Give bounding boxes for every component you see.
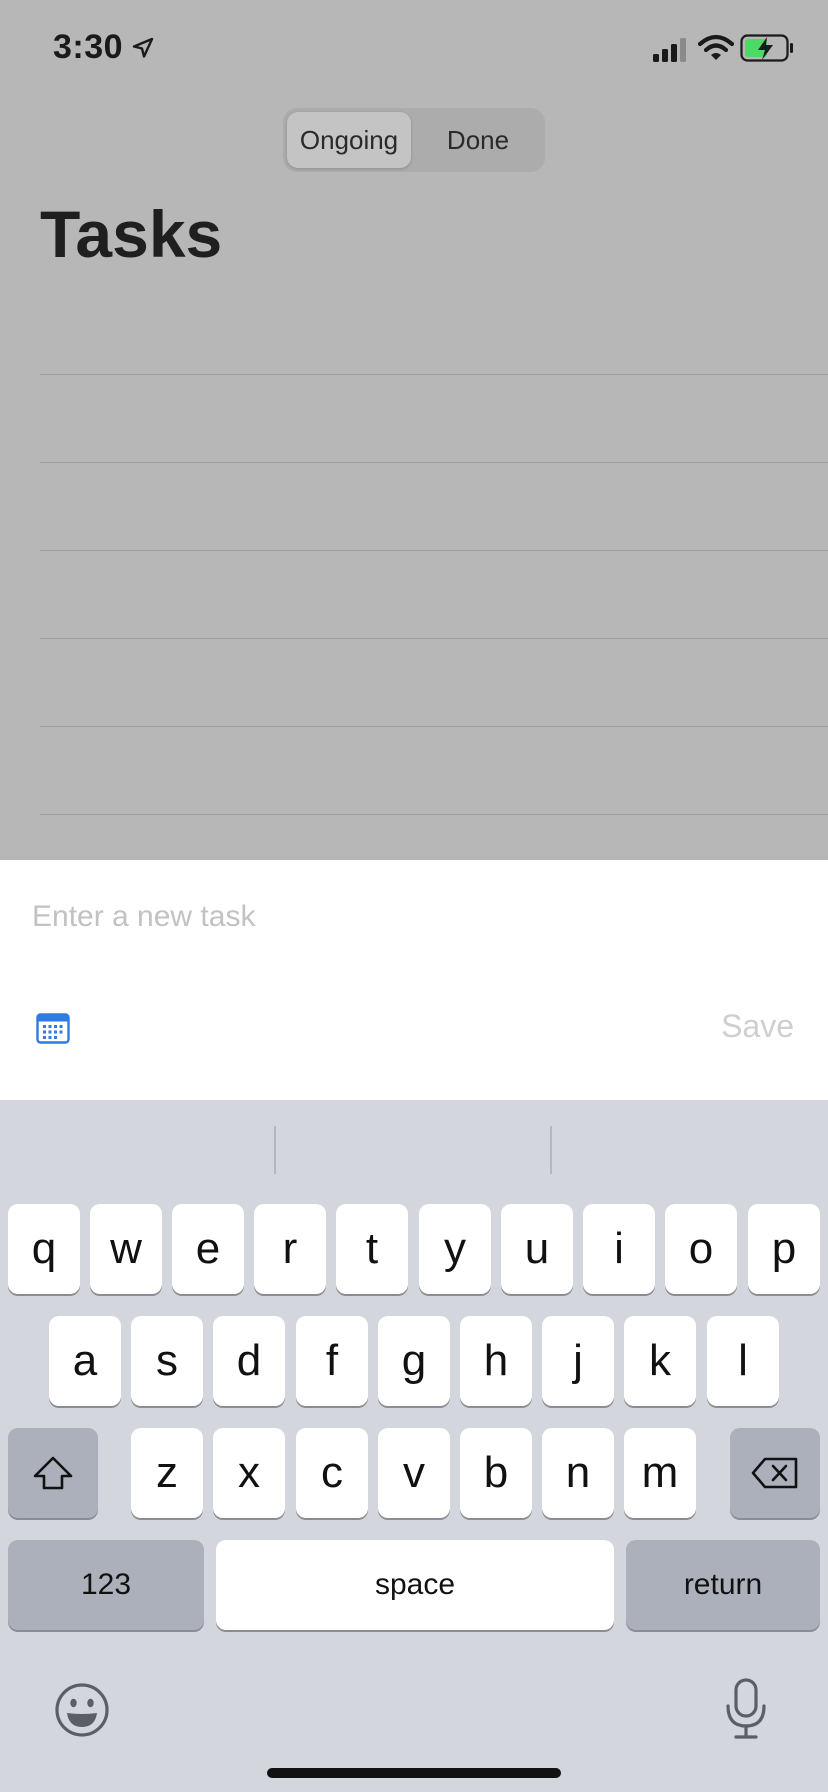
shift-icon — [33, 1456, 73, 1490]
key-z[interactable]: z — [131, 1428, 203, 1518]
key-q[interactable]: q — [8, 1204, 80, 1294]
backspace-icon — [751, 1457, 798, 1489]
app-background: 3:30 Ongoing Done Tasks — [0, 0, 828, 860]
list-divider — [40, 550, 828, 551]
list-divider — [40, 374, 828, 375]
key-m[interactable]: m — [624, 1428, 696, 1518]
key-w[interactable]: w — [90, 1204, 162, 1294]
list-divider — [40, 462, 828, 463]
tab-done-label: Done — [446, 124, 510, 155]
key-t[interactable]: t — [336, 1204, 408, 1294]
key-c[interactable]: c — [296, 1428, 368, 1518]
status-segmented-control: Ongoing Done — [283, 108, 545, 172]
key-o[interactable]: o — [665, 1204, 737, 1294]
location-arrow-icon — [132, 37, 154, 58]
space-key[interactable]: space — [216, 1540, 614, 1630]
key-j[interactable]: j — [542, 1316, 614, 1406]
key-e[interactable]: e — [172, 1204, 244, 1294]
key-i[interactable]: i — [583, 1204, 655, 1294]
new-task-input[interactable] — [32, 892, 792, 942]
key-k[interactable]: k — [624, 1316, 696, 1406]
battery-charging-icon — [740, 34, 793, 62]
key-a[interactable]: a — [49, 1316, 121, 1406]
key-y[interactable]: y — [419, 1204, 491, 1294]
key-b[interactable]: b — [460, 1428, 532, 1518]
wifi-icon — [698, 34, 734, 60]
list-divider — [40, 726, 828, 727]
home-indicator — [267, 1768, 561, 1778]
key-u[interactable]: u — [501, 1204, 573, 1294]
numbers-key[interactable]: 123 — [8, 1540, 204, 1630]
keyboard: q w e r t y u i o p a s d f g h j k l z … — [0, 1100, 828, 1792]
key-f[interactable]: f — [296, 1316, 368, 1406]
suggestion-divider — [550, 1126, 552, 1174]
tab-done[interactable]: Done — [415, 112, 541, 168]
key-x[interactable]: x — [213, 1428, 285, 1518]
suggestion-bar — [0, 1100, 828, 1200]
key-h[interactable]: h — [460, 1316, 532, 1406]
cellular-signal-icon — [653, 38, 686, 62]
list-divider — [40, 814, 828, 815]
key-n[interactable]: n — [542, 1428, 614, 1518]
page-title: Tasks — [40, 197, 223, 271]
key-r[interactable]: r — [254, 1204, 326, 1294]
microphone-icon[interactable] — [724, 1678, 768, 1740]
tab-ongoing[interactable]: Ongoing — [287, 112, 411, 168]
suggestion-divider — [274, 1126, 276, 1174]
emoji-icon[interactable] — [54, 1682, 110, 1738]
backspace-key[interactable] — [730, 1428, 820, 1518]
status-bar: 3:30 — [0, 0, 828, 100]
key-l[interactable]: l — [707, 1316, 779, 1406]
calendar-icon[interactable] — [36, 1012, 70, 1044]
key-s[interactable]: s — [131, 1316, 203, 1406]
save-button[interactable]: Save — [721, 1008, 794, 1045]
new-task-sheet: Save — [0, 860, 828, 1100]
shift-key[interactable] — [8, 1428, 98, 1518]
tab-ongoing-label: Ongoing — [299, 124, 399, 155]
status-time: 3:30 — [53, 28, 124, 66]
key-v[interactable]: v — [378, 1428, 450, 1518]
return-key[interactable]: return — [626, 1540, 820, 1630]
list-divider — [40, 638, 828, 639]
key-d[interactable]: d — [213, 1316, 285, 1406]
key-g[interactable]: g — [378, 1316, 450, 1406]
key-p[interactable]: p — [748, 1204, 820, 1294]
